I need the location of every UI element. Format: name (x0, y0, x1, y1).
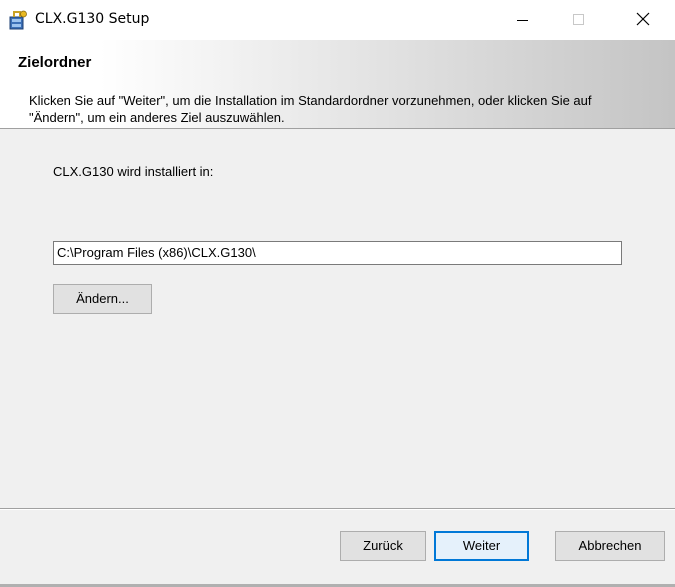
next-button[interactable]: Weiter (434, 531, 529, 561)
change-button[interactable]: Ändern... (53, 284, 152, 314)
close-icon (636, 12, 650, 26)
header-banner: Zielordner Klicken Sie auf "Weiter", um … (0, 40, 675, 129)
install-path-field[interactable]: C:\Program Files (x86)\CLX.G130\ (53, 241, 622, 265)
close-button[interactable] (620, 0, 666, 40)
page-description: Klicken Sie auf "Weiter", um die Install… (29, 93, 592, 125)
install-location-label: CLX.G130 wird installiert in: (53, 164, 214, 179)
page-title: Zielordner (18, 54, 92, 71)
cancel-button[interactable]: Abbrechen (555, 531, 665, 561)
installer-package-icon (9, 10, 27, 30)
minimize-icon (517, 20, 528, 21)
window-title: CLX.G130 Setup (35, 11, 150, 27)
maximize-icon (573, 14, 584, 25)
minimize-button[interactable] (499, 0, 545, 40)
setup-window: CLX.G130 Setup Zielordner Klicken Sie au… (0, 0, 675, 587)
title-bar[interactable]: CLX.G130 Setup (0, 0, 675, 40)
back-button[interactable]: Zurück (340, 531, 426, 561)
maximize-button[interactable] (555, 0, 601, 40)
footer-divider-highlight (0, 509, 675, 510)
